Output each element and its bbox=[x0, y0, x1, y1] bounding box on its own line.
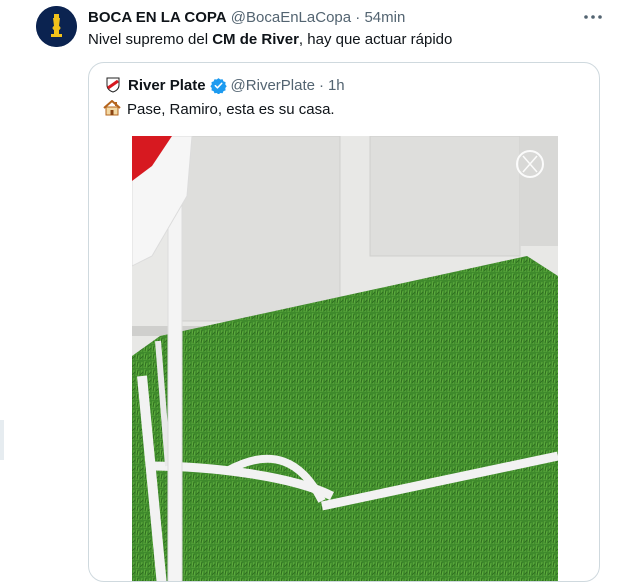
tweet-text-bold: CM de River bbox=[212, 31, 299, 48]
quoted-handle[interactable]: @RiverPlate bbox=[231, 77, 315, 94]
quoted-display-name[interactable]: River Plate bbox=[128, 77, 206, 94]
quoted-separator: · bbox=[318, 76, 324, 94]
scroll-indicator bbox=[0, 420, 4, 460]
handle[interactable]: @BocaEnLaCopa bbox=[231, 9, 351, 26]
tweet-text-part2: , hay que actuar rápido bbox=[298, 31, 453, 48]
boca-cup-icon bbox=[36, 6, 77, 47]
house-icon bbox=[103, 100, 121, 116]
quoted-media-photo[interactable] bbox=[132, 136, 558, 581]
quoted-tweet-header: River Plate @RiverPlate · 1h bbox=[103, 75, 345, 95]
tweet[interactable]: BOCA EN LA COPA @BocaEnLaCopa · 54min Ni… bbox=[0, 0, 633, 582]
display-name[interactable]: BOCA EN LA COPA bbox=[88, 9, 227, 26]
quoted-tweet[interactable]: River Plate @RiverPlate · 1h Pase, Ramir… bbox=[88, 62, 600, 582]
separator: · bbox=[355, 9, 361, 26]
river-plate-avatar[interactable] bbox=[103, 75, 123, 95]
more-horizontal-icon[interactable] bbox=[580, 6, 606, 28]
quoted-text-content: Pase, Ramiro, esta es su casa. bbox=[127, 101, 335, 118]
tweet-text-part1: Nivel supremo del bbox=[88, 31, 213, 48]
tweet-text: Nivel supremo del CM de River, hay que a… bbox=[88, 31, 452, 48]
quoted-timestamp[interactable]: 1h bbox=[328, 77, 345, 94]
quoted-tweet-text: Pase, Ramiro, esta es su casa. bbox=[103, 100, 335, 118]
avatar[interactable] bbox=[36, 6, 77, 47]
verified-badge-icon bbox=[209, 77, 227, 94]
tweet-header: BOCA EN LA COPA @BocaEnLaCopa · 54min bbox=[88, 9, 405, 26]
timestamp[interactable]: 54min bbox=[364, 9, 405, 26]
river-crest-icon bbox=[106, 77, 120, 93]
